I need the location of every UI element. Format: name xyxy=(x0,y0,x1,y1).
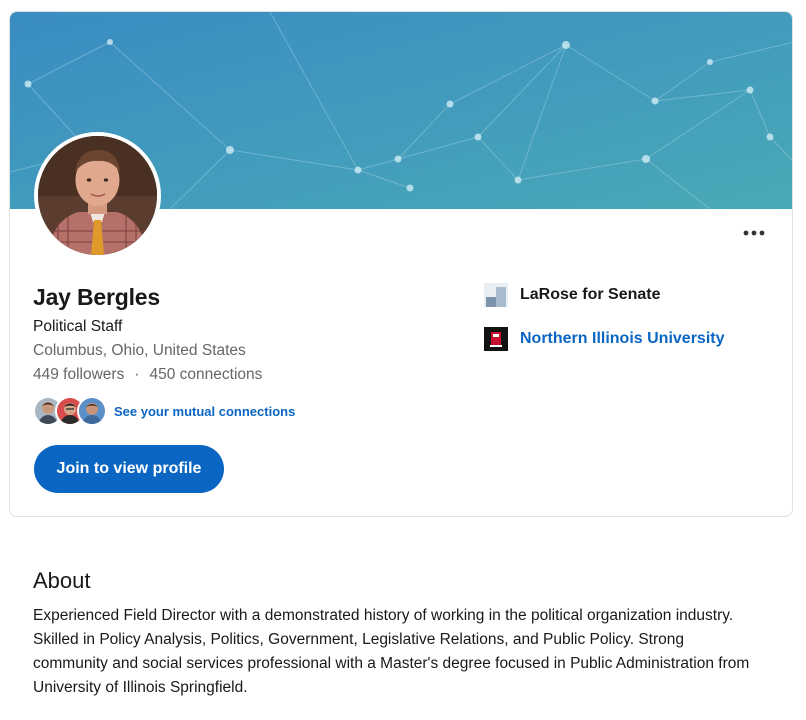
join-to-view-profile-button[interactable]: Join to view profile xyxy=(34,445,224,493)
about-text: Experienced Field Director with a demons… xyxy=(33,607,750,696)
profile-stats: 449 followers · 450 connections xyxy=(33,366,262,384)
followers-count: 449 followers xyxy=(33,366,125,383)
about-heading: About xyxy=(33,568,91,593)
profile-headline: Political Staff xyxy=(33,318,123,335)
experience-item-larose[interactable]: LaRose for Senate xyxy=(484,283,660,307)
experience-label[interactable]: Northern Illinois University xyxy=(520,330,724,348)
company-logo-icon xyxy=(484,283,508,307)
stats-separator: · xyxy=(134,366,140,383)
mutual-avatar xyxy=(77,396,107,426)
profile-photo xyxy=(34,132,161,259)
profile-name: Jay Bergles xyxy=(33,284,160,310)
profile-card: Jay Bergles Political Staff Columbus, Oh… xyxy=(9,11,793,517)
experience-item-niu[interactable]: Northern Illinois University xyxy=(484,327,724,351)
connections-count: 450 connections xyxy=(149,366,263,383)
mutual-avatars xyxy=(33,396,107,426)
mutual-connections[interactable]: See your mutual connections xyxy=(33,396,295,426)
university-logo-icon xyxy=(484,327,508,351)
experience-label: LaRose for Senate xyxy=(520,286,661,303)
more-horizontal-icon xyxy=(743,230,765,236)
profile-location: Columbus, Ohio, United States xyxy=(33,342,246,359)
more-options-button[interactable] xyxy=(738,222,770,244)
mutual-connections-link[interactable]: See your mutual connections xyxy=(114,404,295,419)
